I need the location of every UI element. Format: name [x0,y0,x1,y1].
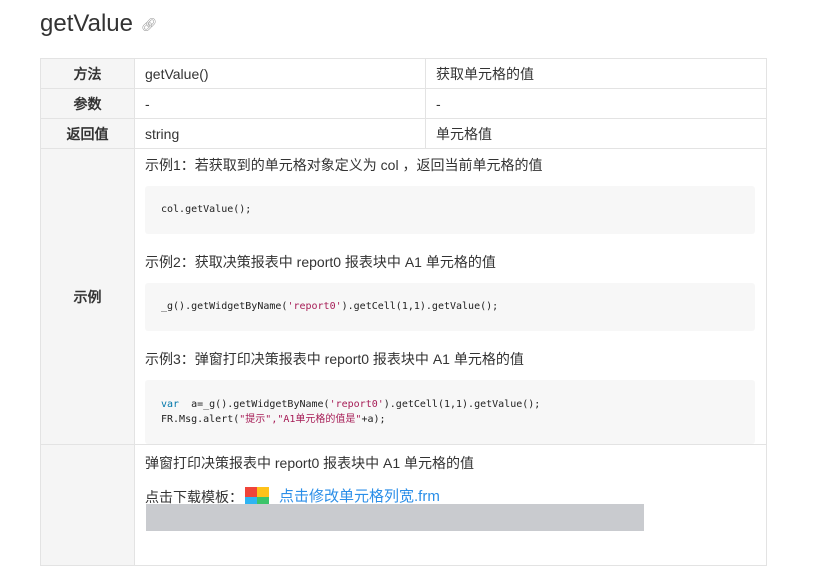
row-head: 示例 [40,148,135,445]
examples-cell: 示例1：若获取到的单元格对象定义为 col ，返回当前单元格的值 col.get… [134,148,767,445]
row-head: 方法 [40,58,135,89]
code-string: 'report0' [329,399,384,410]
code-block: col.getValue(); [145,186,755,234]
code-text: ).getCell(1,1).getValue(); [383,399,541,410]
row-value: getValue() [134,58,426,89]
code-block: _g().getWidgetByName('report0').getCell(… [145,283,755,331]
table-row-params: 参数 - - [40,88,767,119]
api-table: 方法 getValue() 获取单元格的值 参数 - - 返回值 string … [40,58,767,566]
table-row-examples: 示例 示例1：若获取到的单元格对象定义为 col ，返回当前单元格的值 col.… [40,148,767,445]
row-desc: - [425,88,767,119]
link-icon[interactable]: 🔗︎ [141,9,158,41]
code-text: a=_g().getWidgetByName( [179,399,330,410]
code-string: "提示","A1单元格的值是" [239,414,362,425]
row-value: string [134,118,426,149]
code-text: ).getCell(1,1).getValue(); [341,301,499,312]
tip-text: 弹窗打印决策报表中 report0 报表块中 A1 单元格的值 [145,455,475,471]
code-text: FR.Msg.alert( [161,414,240,425]
code-keyword: var [161,399,180,410]
code-string: 'report0' [287,301,342,312]
row-head: 参数 [40,88,135,119]
code-line: FR.Msg.alert("提示","A1单元格的值是"+a); [161,412,739,427]
page-title: getValue 🔗︎ [40,8,157,41]
example-label: 示例3：弹窗打印决策报表中 report0 报表块中 A1 单元格的值 [145,351,524,367]
code-text: _g().getWidgetByName( [161,301,288,312]
preview-image [146,504,644,531]
code-block: var a=_g().getWidgetByName('report0').ge… [145,380,755,444]
code-line: var a=_g().getWidgetByName('report0').ge… [161,397,739,412]
table-row-method: 方法 getValue() 获取单元格的值 [40,58,767,89]
example-label: 示例1：若获取到的单元格对象定义为 col ，返回当前单元格的值 [145,157,543,173]
example-label: 示例2：获取决策报表中 report0 报表块中 A1 单元格的值 [145,254,496,270]
row-head: 返回值 [40,118,135,149]
row-head [40,444,135,566]
code-text: +a); [361,414,386,425]
row-desc: 单元格值 [425,118,767,149]
row-value: - [134,88,426,119]
page-title-text: getValue [40,10,133,37]
row-desc: 获取单元格的值 [425,58,767,89]
table-row-return: 返回值 string 单元格值 [40,118,767,149]
code-line: col.getValue(); [161,204,252,215]
